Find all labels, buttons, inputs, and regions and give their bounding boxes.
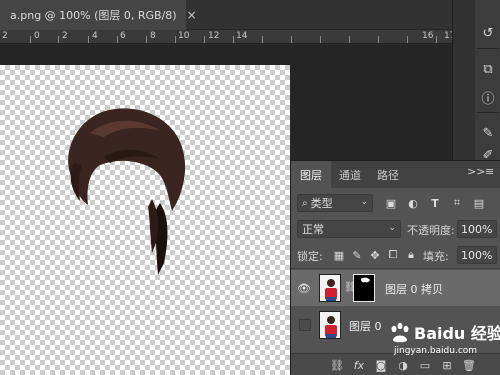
panel-menu-icon[interactable]: ≡ — [485, 165, 494, 178]
close-tab-button[interactable]: × — [187, 8, 197, 22]
document-tab[interactable]: a.png @ 100% (图层 0, RGB/8) × — [0, 0, 197, 30]
watermark-url: jingyan.baidu.com — [394, 346, 478, 356]
lock-all-icon[interactable]: 🔒︎ — [403, 247, 419, 263]
chevron-down-icon: ⌄ — [360, 197, 368, 207]
layer-filter-dropdown[interactable]: ⌕ 类型 ⌄ — [297, 194, 373, 212]
type-filter-icon[interactable]: T — [427, 195, 443, 211]
fill-value: 100% — [461, 248, 493, 262]
ruler-label: 4 — [92, 31, 98, 41]
layer-mask-thumbnail[interactable] — [353, 274, 375, 302]
ruler-label: 8 — [150, 31, 156, 41]
layer-thumbnail — [319, 274, 341, 302]
layer-name: 图层 0 — [349, 320, 382, 333]
collapse-panel-icon[interactable]: >> — [467, 165, 485, 178]
watermark-text: Baidu 经验 — [414, 324, 500, 343]
smart-object-filter-icon[interactable]: ▤ — [471, 195, 487, 211]
chevron-down-icon: ⌄ — [388, 223, 396, 233]
paw-logo-icon — [391, 322, 409, 343]
ruler-label: 2 — [62, 31, 68, 41]
document-canvas[interactable] — [0, 65, 290, 375]
ruler-label: 14 — [236, 31, 248, 41]
hair-cutout-image — [68, 108, 186, 275]
link-icon[interactable]: ⛓︎ — [329, 357, 345, 373]
horizontal-ruler: 2 0 2 4 6 8 10 12 14 16 17 — [0, 30, 455, 44]
tab-paths[interactable]: 路径 — [369, 161, 407, 188]
info-icon[interactable]: ⓘ — [477, 86, 499, 108]
fill-label: 填充: — [423, 250, 449, 263]
panel-tabs: 图层 通道 路径 >> ≡ — [291, 161, 500, 188]
blend-mode-dropdown[interactable]: 正常 ⌄ — [297, 220, 401, 238]
ruler-label: 0 — [34, 31, 40, 41]
lock-transparency-icon[interactable]: ▦ — [331, 247, 347, 263]
layer-row-layer-0-copy[interactable]: 👁︎ ⛓︎ 图层 0 拷贝 — [291, 270, 500, 306]
ruler-label: 12 — [208, 31, 220, 41]
filter-kind-label: 类型 — [310, 197, 333, 210]
ruler-label: 16 — [422, 31, 434, 41]
lock-artboard-icon[interactable]: ⧠ — [385, 247, 401, 263]
lock-label: 锁定: — [297, 250, 323, 263]
document-title: a.png @ 100% (图层 0, RGB/8) — [10, 9, 177, 22]
tab-layers[interactable]: 图层 — [291, 161, 331, 188]
tab-channels[interactable]: 通道 — [331, 161, 369, 188]
blend-mode-value: 正常 — [302, 223, 324, 236]
shape-filter-icon[interactable]: ⌗ — [449, 195, 465, 211]
image-filter-icon[interactable]: ▣ — [383, 195, 399, 211]
ruler-label: 6 — [120, 31, 126, 41]
search-icon: ⌕ — [302, 197, 308, 209]
visibility-toggle[interactable] — [299, 319, 311, 331]
layer-comps-icon[interactable]: ⧉ — [477, 58, 499, 80]
fx-icon[interactable]: fx — [351, 357, 367, 373]
opacity-field[interactable]: 100% — [457, 220, 497, 238]
lock-position-icon[interactable]: ✥ — [367, 247, 383, 263]
layer-thumbnail — [319, 311, 341, 339]
ruler-label: 10 — [178, 31, 190, 41]
fill-field[interactable]: 100% — [457, 246, 497, 264]
opacity-label: 不透明度: — [407, 224, 455, 237]
document-tab-bar: a.png @ 100% (图层 0, RGB/8) × — [0, 0, 452, 30]
brush-settings-icon[interactable]: ✎ — [477, 122, 499, 144]
ruler-label: 2 — [2, 31, 8, 41]
layer-name: 图层 0 拷贝 — [385, 283, 443, 296]
history-icon[interactable]: ↺ — [477, 22, 499, 44]
eye-icon[interactable]: 👁︎ — [297, 282, 311, 295]
baidu-jingyan-watermark: Baidu 经验 jingyan.baidu.com — [382, 318, 500, 366]
adjustment-filter-icon[interactable]: ◐ — [405, 195, 421, 211]
lock-pixels-icon[interactable]: ✎ — [349, 247, 365, 263]
opacity-value: 100% — [461, 222, 493, 236]
